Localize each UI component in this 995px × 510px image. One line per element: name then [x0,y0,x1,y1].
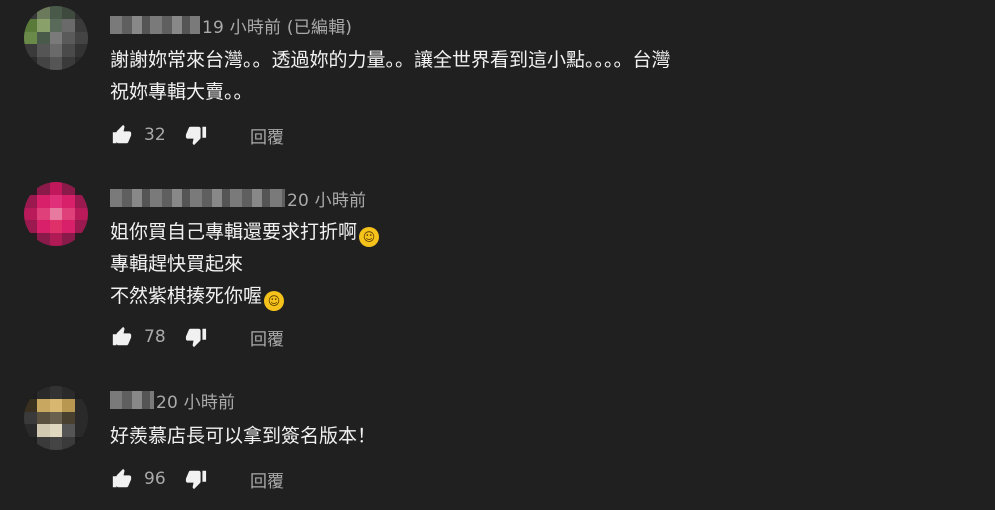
comment-text: 謝謝妳常來台灣。。透過妳的力量。。讓全世界看到這小點。。。。台灣 祝妳專輯大賣。… [110,44,671,108]
comment-line: 祝妳專輯大賣。。 [110,81,253,103]
like-count: 32 [144,125,166,145]
like-count: 96 [144,469,166,489]
avatar[interactable] [24,182,88,246]
comment-line: 謝謝妳常來台灣。。透過妳的力量。。讓全世界看到這小點。。。。台灣 [110,49,671,71]
comment-actions: 78 回覆 [110,323,284,351]
comment-text: 姐你買自己專輯還要求打折啊 ☺ 專輯趕快買起來 不然紫棋揍死你喔 ☺ [110,216,380,312]
comment-timestamp[interactable]: 19 小時前 (已編輯) [202,13,352,38]
smirking-face-emoji: ☺ [264,291,285,311]
thumb-down-icon[interactable] [184,123,208,147]
avatar[interactable] [24,6,88,70]
comment-text: 好羨慕店長可以拿到簽名版本！ [110,420,376,452]
like-count: 78 [144,327,166,347]
comment-line: 專輯趕快買起來 [110,253,244,275]
reply-button[interactable]: 回覆 [250,325,284,350]
thumb-up-icon[interactable] [110,467,134,491]
comment-line: 不然紫棋揍死你喔 ☺ [110,280,379,312]
comment-header: 20 小時前 [110,388,235,413]
reply-button[interactable]: 回覆 [250,467,284,492]
comment-actions: 96 回覆 [110,465,284,493]
thumb-down-icon[interactable] [184,325,208,349]
comment-timestamp[interactable]: 20 小時前 [156,388,235,413]
reply-button[interactable]: 回覆 [250,123,284,148]
author-name-redacted[interactable] [110,16,200,34]
author-name-redacted[interactable] [110,189,285,207]
thumb-up-icon[interactable] [110,325,134,349]
avatar[interactable] [24,386,88,450]
comment-header: 19 小時前 (已編輯) [110,13,352,38]
comment-line: 好羨慕店長可以拿到簽名版本！ [110,425,377,447]
thumb-up-icon[interactable] [110,123,134,147]
rolling-on-floor-laughing-emoji: ☺ [359,227,380,247]
comment-line: 姐你買自己專輯還要求打折啊 ☺ [110,216,380,248]
author-name-redacted[interactable] [110,391,154,409]
comment-header: 20 小時前 [110,186,366,211]
comment-actions: 32 回覆 [110,121,284,149]
comment-timestamp[interactable]: 20 小時前 [287,186,366,211]
thumb-down-icon[interactable] [184,467,208,491]
